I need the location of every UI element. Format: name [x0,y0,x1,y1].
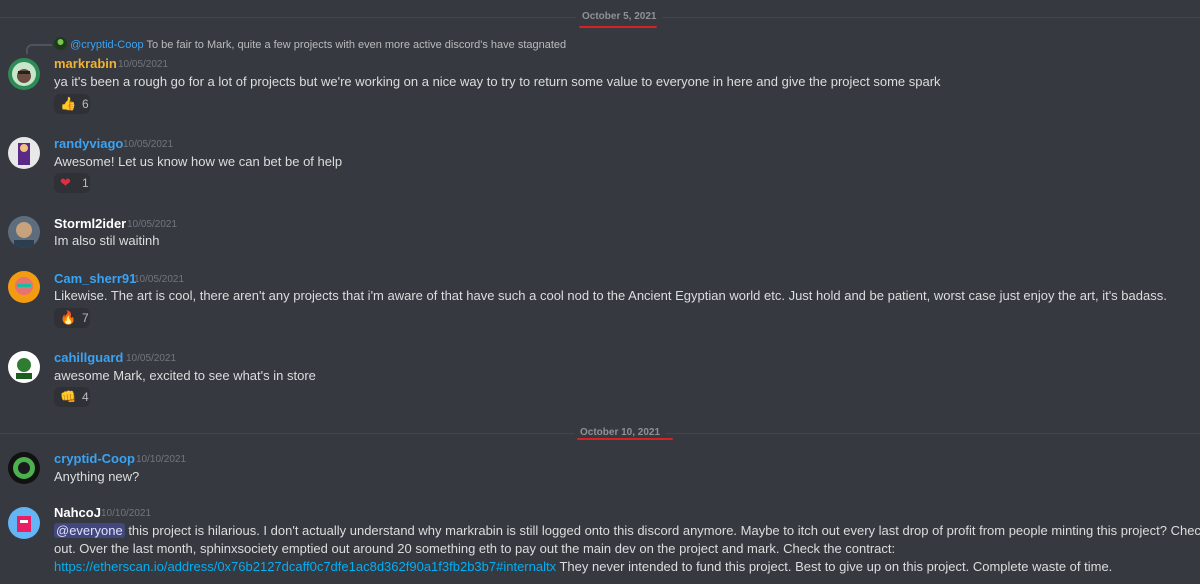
everyone-mention[interactable]: @everyone [54,523,125,538]
author-name[interactable]: Cam_sherr91 [54,271,136,286]
avatar[interactable] [8,507,40,539]
timestamp: 10/05/2021 [126,353,177,364]
author-name[interactable]: randyviago [54,136,123,151]
avatar[interactable] [8,351,40,383]
date-divider-label: October 10, 2021 [574,427,667,438]
reply-text: To be fair to Mark, quite a few projects… [146,39,567,51]
message-text-line: They never intended to fund this project… [559,559,1113,574]
message-text: Anything new? [54,469,140,484]
heart-icon: ❤ [60,175,71,190]
avatar[interactable] [8,271,40,303]
author-name[interactable]: markrabin [54,56,117,71]
message-text: Im also stil waitinh [54,233,160,248]
punch-icon: 👊 [60,389,77,404]
message-text: @everyone this project is hilarious. I d… [54,522,1200,576]
avatar[interactable] [8,137,40,169]
timestamp: 10/05/2021 [127,219,178,230]
author-name[interactable]: cahillguard [54,350,123,365]
reaction-count: 4 [82,390,89,404]
timestamp: 10/05/2021 [123,139,174,150]
message-text: awesome Mark, excited to see what's in s… [54,368,316,383]
reaction-button[interactable]: 👍 6 [54,94,90,114]
reply-author[interactable]: @cryptid-Coop [70,39,144,51]
message-text: Awesome! Let us know how we can bet be o… [54,154,343,169]
avatar[interactable] [8,452,40,484]
avatar[interactable] [8,58,40,90]
date-underline-annotation [579,26,657,28]
reply-preview[interactable]: @cryptid-Coop To be fair to Mark, quite … [54,37,566,51]
reaction-count: 1 [82,176,89,190]
fire-icon: 🔥 [60,310,77,325]
message-text: Likewise. The art is cool, there aren't … [54,288,1167,303]
etherscan-link[interactable]: https://etherscan.io/address/0x76b2127dc… [54,559,556,574]
avatar[interactable] [8,216,40,248]
message-text: ya it's been a rough go for a lot of pro… [54,74,941,89]
timestamp: 10/10/2021 [136,454,187,465]
thumbs-up-icon: 👍 [60,96,77,111]
author-name[interactable]: NahcoJ [54,505,101,520]
reply-avatar-icon [54,37,67,50]
timestamp: 10/10/2021 [101,508,152,519]
date-divider-label: October 5, 2021 [576,11,663,22]
author-name[interactable]: cryptid-Coop [54,451,135,466]
reaction-count: 6 [82,97,89,111]
reaction-button[interactable]: 🔥 7 [54,308,90,328]
reaction-button[interactable]: 👊 4 [54,387,90,407]
reply-connector [26,44,52,54]
date-underline-annotation [577,438,673,440]
timestamp: 10/05/2021 [134,274,185,285]
author-name[interactable]: Storml2ider [54,216,126,231]
reaction-button[interactable]: ❤ 1 [54,173,90,193]
message-text-line: out. Over the last month, sphinxsociety … [54,541,896,556]
reaction-count: 7 [82,311,89,325]
timestamp: 10/05/2021 [118,59,169,70]
message-text-line: this project is hilarious. I don't actua… [128,523,1200,538]
